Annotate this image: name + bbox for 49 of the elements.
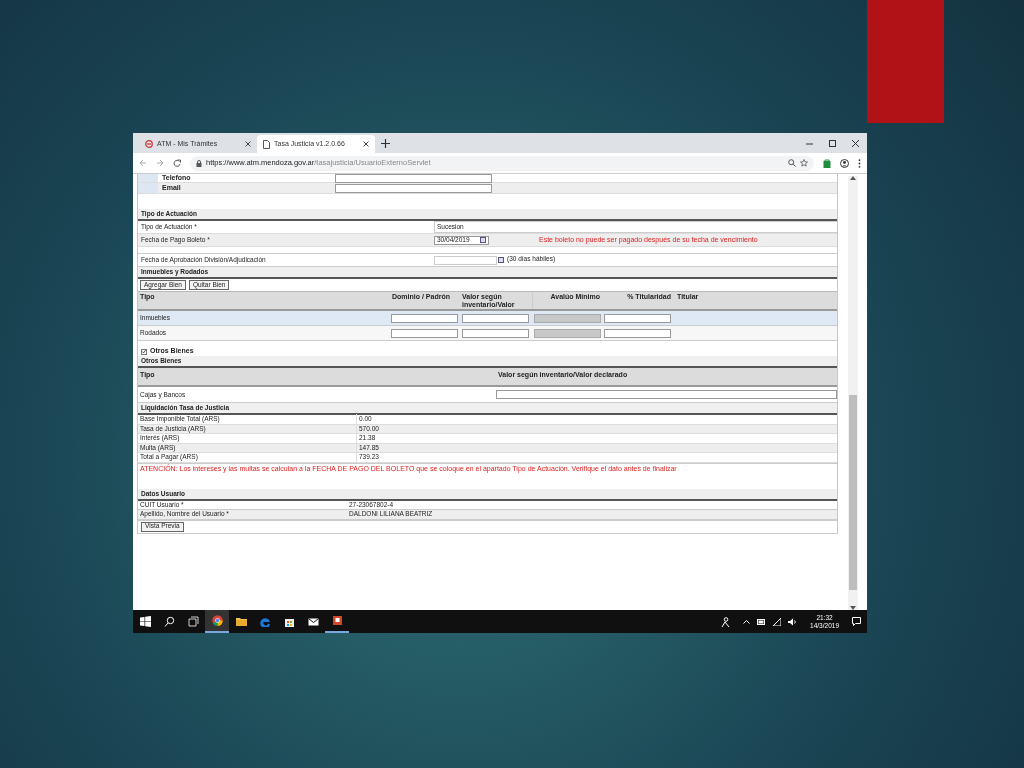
input-field[interactable] bbox=[335, 183, 492, 193]
calendar-icon[interactable] bbox=[480, 237, 486, 243]
mail-icon[interactable] bbox=[307, 616, 319, 627]
task-view-icon[interactable] bbox=[187, 616, 199, 627]
close-icon[interactable] bbox=[852, 140, 859, 147]
reload-icon[interactable] bbox=[173, 159, 181, 167]
input-field[interactable] bbox=[335, 174, 492, 183]
input-field[interactable] bbox=[496, 390, 837, 399]
chevron-up-icon[interactable] bbox=[743, 619, 751, 624]
minimize-icon[interactable] bbox=[806, 140, 813, 147]
readonly-field bbox=[534, 328, 601, 338]
new-tab-icon[interactable] bbox=[381, 139, 390, 148]
blocked-icon[interactable] bbox=[145, 140, 153, 148]
input-field[interactable] bbox=[604, 328, 671, 338]
edge-icon[interactable] bbox=[259, 616, 271, 627]
date-field[interactable] bbox=[434, 255, 497, 265]
notification-icon[interactable] bbox=[852, 617, 861, 626]
page-icon[interactable] bbox=[263, 139, 270, 149]
scrollbar[interactable] bbox=[847, 176, 858, 610]
volume-icon[interactable] bbox=[788, 617, 798, 626]
close-icon[interactable] bbox=[245, 141, 251, 147]
scrollbar-thumb[interactable] bbox=[848, 395, 857, 590]
row-marker-cell bbox=[138, 183, 158, 193]
input-field[interactable] bbox=[391, 313, 458, 323]
lock-icon[interactable] bbox=[196, 159, 202, 167]
zoom-icon[interactable] bbox=[788, 159, 796, 167]
close-icon[interactable] bbox=[363, 141, 369, 147]
profile-icon[interactable] bbox=[840, 158, 849, 168]
input-field[interactable] bbox=[462, 313, 529, 323]
maximize-icon[interactable] bbox=[829, 140, 836, 147]
input-field[interactable] bbox=[604, 313, 671, 323]
people-icon[interactable] bbox=[720, 616, 731, 627]
readonly-field bbox=[534, 313, 601, 323]
folder-icon[interactable] bbox=[235, 616, 247, 627]
input-field[interactable] bbox=[391, 328, 458, 338]
calendar-icon[interactable] bbox=[498, 257, 504, 263]
store-bag-icon[interactable] bbox=[283, 616, 295, 627]
scroll-up-icon[interactable] bbox=[849, 176, 856, 180]
extension-icon[interactable] bbox=[823, 158, 831, 168]
star-icon[interactable] bbox=[800, 159, 808, 167]
chrome-icon[interactable] bbox=[211, 615, 223, 626]
battery-icon[interactable] bbox=[757, 618, 767, 625]
windows-icon[interactable] bbox=[139, 616, 151, 627]
search-icon[interactable] bbox=[163, 616, 175, 627]
checkbox[interactable] bbox=[141, 348, 147, 355]
menu-icon[interactable] bbox=[858, 158, 861, 168]
input-field[interactable] bbox=[462, 328, 529, 338]
network-icon[interactable] bbox=[773, 617, 782, 626]
presentation-app-icon[interactable] bbox=[331, 615, 343, 626]
